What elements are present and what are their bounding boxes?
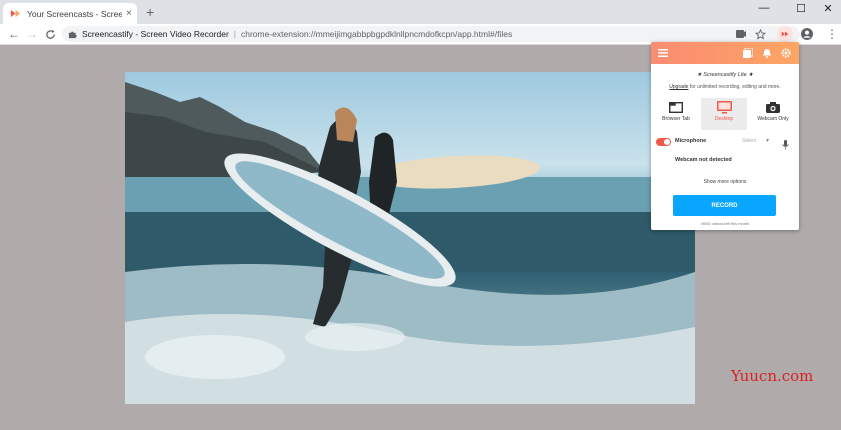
mode-webcam-only[interactable]: Webcam Only: [750, 98, 796, 130]
browser-tab-icon: [653, 98, 699, 116]
lite-title: ★ Screencastify Lite ★: [696, 72, 754, 78]
maximize-button[interactable]: ☐: [791, 2, 811, 15]
desktop-monitor-icon: [701, 98, 747, 116]
upgrade-line: Upgrade for unlimited recording, editing…: [651, 84, 799, 90]
show-more-options-link[interactable]: Show more options: [651, 179, 799, 185]
chevron-down-icon[interactable]: ▾: [766, 137, 769, 144]
chrome-menu-button[interactable]: ⋮: [826, 26, 838, 42]
forward-button[interactable]: →: [26, 26, 38, 42]
close-window-button[interactable]: ✕: [818, 2, 838, 15]
minimize-button[interactable]: —: [754, 2, 774, 14]
screencastify-extension-icon[interactable]: [777, 26, 793, 42]
upgrade-text: for unlimited recording, editing and mor…: [688, 84, 781, 90]
mode-browser-tab[interactable]: Browser Tab: [653, 98, 699, 130]
mode-label-desktop: Desktop: [714, 116, 734, 122]
recordings-library-icon[interactable]: [742, 47, 754, 59]
mode-label-webcam-only: Webcam Only: [757, 116, 789, 122]
settings-gear-icon[interactable]: [780, 47, 792, 59]
tab-close-icon[interactable]: ×: [126, 8, 132, 19]
upgrade-link[interactable]: Upgrade: [669, 84, 688, 90]
microphone-select[interactable]: Select: [742, 138, 756, 144]
microphone-row: Microphone Select ▾: [656, 137, 794, 150]
record-button[interactable]: RECORD: [673, 195, 776, 216]
mode-label-browser-tab: Browser Tab: [662, 116, 690, 122]
surfers-photo: [125, 72, 695, 404]
mode-desktop[interactable]: Desktop: [701, 98, 747, 130]
tab-screencastify[interactable]: Your Screencasts - Screencastify ×: [3, 3, 137, 24]
new-tab-button[interactable]: +: [146, 5, 154, 19]
bookmark-star-icon[interactable]: [754, 28, 766, 40]
address-bar[interactable]: Screencastify - Screen Video Recorder | …: [62, 26, 800, 42]
profile-avatar-icon[interactable]: [801, 28, 813, 40]
screencastify-popup: ★ Screencastify Lite ★ Upgrade for unlim…: [651, 42, 799, 230]
hamburger-menu-icon[interactable]: [657, 47, 669, 59]
url-text: chrome-extension://mmeijimgabbpbgpdklnll…: [241, 29, 513, 39]
tab-strip: Your Screencasts - Screencastify × + — ☐…: [0, 0, 841, 24]
microphone-icon: [782, 137, 789, 155]
videos-left-text: 49/50 videos left this month: [700, 221, 750, 226]
tab-title: Your Screencasts - Screencastify: [27, 8, 122, 19]
webcam-status: Webcam not detected: [675, 157, 732, 163]
toggle-knob: [664, 139, 670, 145]
notifications-bell-icon[interactable]: [761, 47, 773, 59]
cast-icon[interactable]: [735, 28, 747, 40]
extension-puzzle-icon: [68, 30, 77, 39]
reload-icon[interactable]: [44, 28, 56, 40]
watermark-text: Yuucn.com: [731, 367, 814, 385]
screencastify-favicon-icon: [9, 8, 21, 20]
popup-header: [651, 42, 799, 64]
site-name: Screencastify - Screen Video Recorder: [82, 29, 229, 39]
url-separator: |: [233, 29, 236, 39]
microphone-toggle[interactable]: [656, 138, 671, 146]
back-button[interactable]: ←: [8, 26, 20, 42]
camera-icon: [750, 98, 796, 116]
microphone-label: Microphone: [675, 138, 707, 144]
